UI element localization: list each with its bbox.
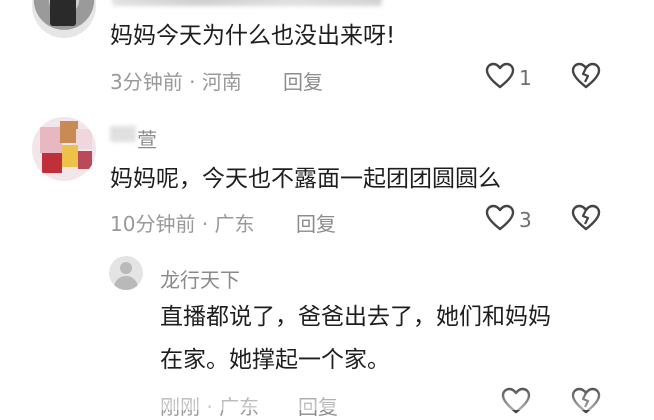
reply-time: 刚刚 xyxy=(160,395,200,419)
comment-text: 妈妈今天为什么也没出来呀! xyxy=(110,23,396,49)
meta-separator: · xyxy=(206,395,213,419)
comment-meta: 10分钟前 · 广东 xyxy=(110,208,255,237)
comment-username[interactable]: 萱 xyxy=(137,124,157,153)
comment-text: 妈妈呢，今天也不露面一起团团圆圆么 xyxy=(110,166,501,192)
reply-meta: 刚刚 · 广东 xyxy=(160,391,259,420)
username-blurred xyxy=(110,126,136,142)
username-blurred xyxy=(112,0,382,6)
reply-text-line: 在家。她撑起一个家。 xyxy=(160,347,390,373)
meta-separator: · xyxy=(201,212,209,236)
comment-location: 河南 xyxy=(201,70,242,94)
comment-location: 广东 xyxy=(214,212,255,236)
comment-time: 10分钟前 xyxy=(110,212,196,236)
comment-meta: 3分钟前 · 河南 xyxy=(110,66,242,95)
broken-heart-icon[interactable] xyxy=(571,204,601,232)
avatar[interactable] xyxy=(32,0,96,38)
heart-outline-icon[interactable] xyxy=(485,204,515,232)
reply-button[interactable]: 回复 xyxy=(296,208,336,237)
comment-time: 3分钟前 xyxy=(110,70,183,94)
reply-username[interactable]: 龙行天下 xyxy=(160,264,240,293)
avatar[interactable] xyxy=(32,117,96,181)
like-count: 1 xyxy=(519,66,532,90)
reply-text-line: 直播都说了，爸爸出去了，她们和妈妈 xyxy=(160,304,551,330)
reply-button[interactable]: 回复 xyxy=(298,391,338,420)
avatar-default[interactable] xyxy=(109,256,143,290)
broken-heart-icon[interactable] xyxy=(571,387,601,415)
reply-button[interactable]: 回复 xyxy=(283,66,323,95)
broken-heart-icon[interactable] xyxy=(571,62,601,90)
heart-outline-icon[interactable] xyxy=(485,62,515,90)
heart-outline-icon[interactable] xyxy=(501,387,531,415)
like-count: 3 xyxy=(519,208,532,232)
reply-location: 广东 xyxy=(219,395,260,419)
meta-separator: · xyxy=(189,70,196,94)
